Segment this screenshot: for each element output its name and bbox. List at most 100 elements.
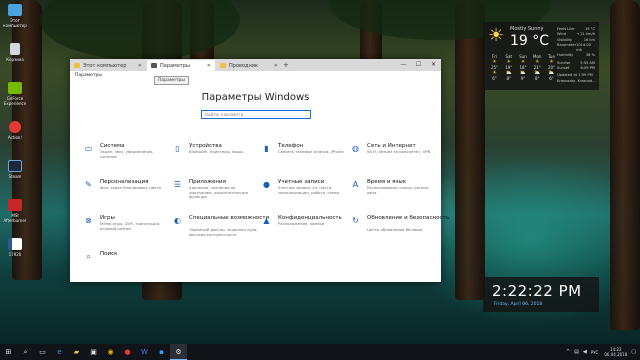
weather-detail-row: Sunset 6:59 PM [557, 66, 599, 71]
settings-item-desc: Расположение, камера [278, 221, 325, 226]
settings-item-title: Специальные возможности [189, 215, 270, 221]
weather-detail-value: 38 % [585, 53, 595, 58]
edge-icon[interactable]: e [51, 344, 68, 360]
maximize-button[interactable]: ☐ [411, 59, 426, 71]
start-icon[interactable]: ⊞ [0, 344, 17, 360]
devices-icon: ▯ [175, 144, 180, 153]
weather-detail-value: 6:59 PM [580, 66, 595, 71]
settings-item-desc: Меню игры, DVR, трансляция, игровой режи… [100, 221, 161, 231]
clock-widget: 2:22:22 PM Friday, April 06, 2018 [483, 277, 599, 312]
clock-time: 2:22:22 PM [492, 282, 582, 300]
tab-explorer[interactable]: Проводник ✕ [216, 60, 282, 71]
desktop-icons: Этот компьютер Корзина GeForce Experienc… [2, 4, 28, 277]
close-icon[interactable]: ✕ [207, 63, 211, 69]
settings-item-gaming[interactable]: ⊗ Игры Меню игры, DVR, трансляция, игров… [84, 215, 168, 243]
settings-item-update[interactable]: ↻ Обновление и безопасность Центр обновл… [351, 215, 449, 243]
word-icon[interactable]: W [136, 344, 153, 360]
desktop-icon-recycle-bin[interactable]: Корзина [2, 43, 28, 76]
tree-decor [610, 0, 640, 330]
desktop-icon-word-doc[interactable]: 17920 [2, 238, 28, 271]
forecast-low: 8° [506, 76, 512, 81]
desktop-icon-label: Корзина [6, 57, 24, 62]
explorer-icon[interactable]: ▰ [68, 344, 85, 360]
computer-icon [8, 4, 22, 16]
network-icon[interactable]: ▤ [574, 349, 579, 355]
tree-decor [455, 0, 485, 300]
settings-item-desc: Центр обновления Windows [367, 227, 423, 232]
desktop-icon-afterburner[interactable]: MSI Afterburner [2, 199, 28, 232]
desktop-icon-label: 17920 [8, 252, 22, 257]
new-tab-button[interactable]: + [283, 59, 289, 71]
close-icon[interactable]: ✕ [138, 63, 142, 69]
forecast-low: 6° [492, 76, 497, 81]
desktop-icon-this-pc[interactable]: Этот компьютер [2, 4, 28, 37]
settings-item-accessibility[interactable]: ◐ Специальные возможности Экранный дикто… [173, 215, 269, 243]
settings-item-devices[interactable]: ▯ Устройства Bluetooth, принтеры, мышь [173, 143, 257, 171]
settings-window: Этот компьютер ✕ Параметры ✕ Проводник ✕… [70, 59, 449, 282]
volume-icon[interactable]: ◀ [583, 349, 587, 355]
settings-icon [151, 63, 157, 68]
settings-item-search[interactable]: ⌕ Поиск [84, 251, 168, 279]
notification-icon[interactable]: ▢ [631, 349, 636, 355]
settings-item-privacy[interactable]: ▲ Конфиденциальность Расположение, камер… [262, 215, 346, 243]
settings-item-accounts[interactable]: ● Учетные записи Учетные записи, эл. поч… [262, 179, 346, 207]
forecast-low: 8° [534, 76, 540, 81]
settings-item-apps[interactable]: ☰ Приложения Удаление, значения по умолч… [173, 179, 257, 207]
folder-icon [220, 63, 226, 68]
desktop-icon-label: GeForce Experience [3, 96, 27, 106]
tab-settings[interactable]: Параметры ✕ [147, 60, 215, 71]
close-icon[interactable]: ✕ [274, 63, 278, 69]
weather-detail-row: Barometer 1014.00 mb [557, 43, 599, 54]
tab-this-pc[interactable]: Этот компьютер ✕ [70, 60, 146, 71]
desktop-icon-label: Steam [8, 174, 22, 179]
afterburner-icon [8, 199, 22, 211]
store-icon[interactable]: ▣ [85, 344, 102, 360]
weather-temperature: 19 °C [510, 33, 550, 49]
settings-item-desc: Wi-Fi, режим «в самолете», VPN [367, 149, 431, 154]
system-tray: ^ ▤ ◀ РУС 14:22 06.04.2018 ▢ [562, 344, 636, 360]
phone-icon: ▮ [264, 144, 269, 153]
tray-clock[interactable]: 14:22 06.04.2018 [604, 347, 627, 357]
desktop-icon-label: MSI Afterburner [3, 213, 27, 223]
desktop-icon-geforce[interactable]: GeForce Experience [2, 82, 28, 115]
search-input[interactable]: Найти параметр [200, 110, 311, 119]
chevron-up-icon[interactable]: ^ [566, 349, 570, 355]
chrome-icon[interactable]: ◉ [102, 344, 119, 360]
settings-item-desc: Удаление, значения по умолчанию, дополни… [189, 185, 249, 200]
desktop-icon-steam[interactable]: Steam [2, 160, 28, 193]
action-icon[interactable]: ● [119, 344, 136, 360]
tab-label: Параметры [160, 62, 190, 69]
settings-item-desc: Экранный диктор, экранная лупа, высокая … [189, 227, 258, 237]
steam-icon [8, 160, 22, 172]
settings-item-personalization[interactable]: ✎ Персонализация Фон, экран блокировки, … [84, 179, 168, 207]
tab-tooltip: Параметры [154, 76, 189, 85]
close-button[interactable]: ✕ [426, 59, 441, 71]
geforce-icon [8, 82, 22, 94]
settings-icon[interactable]: ⚙ [170, 344, 187, 360]
word-doc-icon [8, 238, 22, 250]
forecast-low: 9° [520, 76, 526, 81]
page-title: Параметры Windows [201, 92, 310, 103]
lock-icon: ▲ [263, 216, 270, 225]
minimize-button[interactable]: — [396, 59, 411, 71]
task-view-icon[interactable]: ▭ [34, 344, 51, 360]
settings-item-phone[interactable]: ▮ Телефон Связать телефон Android, iPhon… [262, 143, 346, 171]
search-icon[interactable]: ⌕ [17, 344, 34, 360]
weather-location: Krasnodar, Krasnod... [557, 78, 596, 83]
xbox-icon: ⊗ [85, 216, 92, 225]
settings-item-desc: Bluetooth, принтеры, мышь [189, 149, 244, 154]
photoshop-icon[interactable]: ▪ [153, 344, 170, 360]
forecast-day: Fri ☀ 25° ☀ 6° [489, 54, 500, 81]
forecast-day: Sun ☀ 18° ⛅ 9° [518, 54, 529, 81]
tab-label: Этот компьютер [83, 62, 127, 69]
settings-item-network[interactable]: ◍ Сеть и Интернет Wi-Fi, режим «в самоле… [351, 143, 435, 171]
desktop-icon-action[interactable]: Action! [2, 121, 28, 154]
search-icon: ⌕ [86, 252, 91, 261]
language-indicator[interactable]: РУС [591, 350, 599, 355]
settings-item-time-language[interactable]: A Время и язык Распознавание голоса, рег… [351, 179, 435, 207]
window-controls: — ☐ ✕ [396, 59, 441, 71]
settings-item-system[interactable]: ▭ Система Экран, звук, уведомления, пита… [84, 143, 168, 171]
sun-icon: ☀ [488, 25, 505, 46]
accessibility-icon: ◐ [174, 216, 181, 225]
apps-icon: ☰ [173, 180, 182, 189]
